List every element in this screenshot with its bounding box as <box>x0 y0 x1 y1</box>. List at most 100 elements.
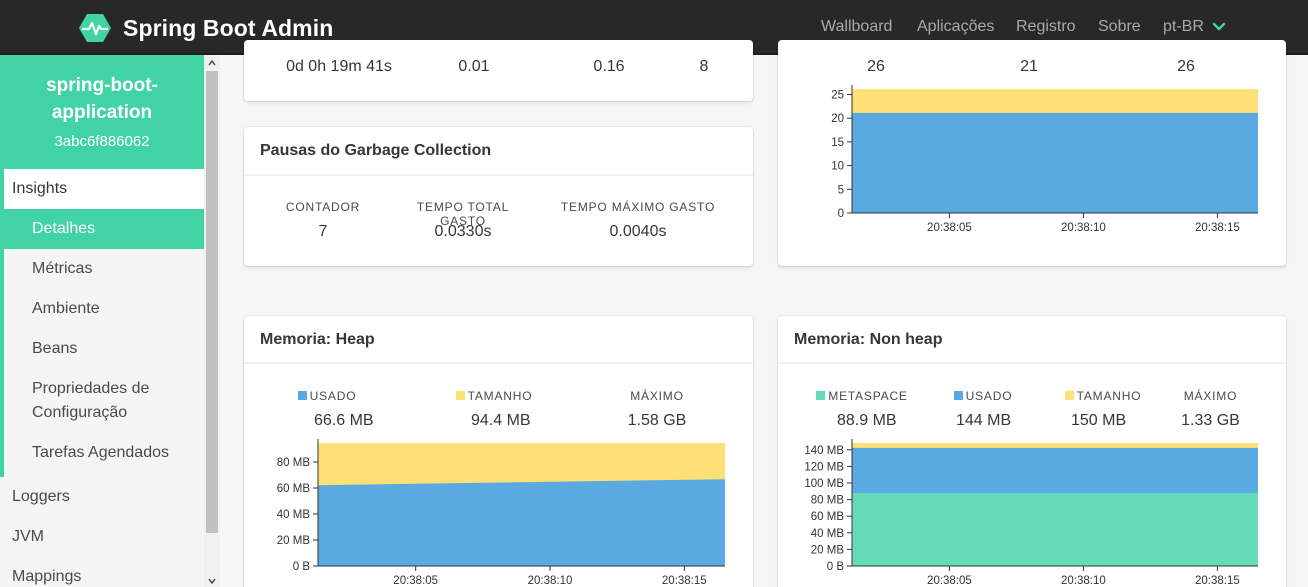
nonheap-metaspace-label: METASPACE <box>812 389 912 403</box>
sidebar-item-propriedades[interactable]: Propriedades de Configuração <box>4 377 204 429</box>
chevron-down-icon <box>1212 22 1226 31</box>
nonheap-size-label: TAMANHO <box>1053 389 1153 403</box>
heap-max-label: MÁXIMO <box>630 389 684 403</box>
y-tick-label: 60 MB <box>277 483 311 495</box>
nonheap-used-value: 144 MB <box>956 412 1012 429</box>
x-tick-label: 20:38:10 <box>528 575 573 587</box>
heartbeat-icon <box>79 14 111 42</box>
y-tick-label: 0 B <box>293 561 311 573</box>
nonheap-card-title: Memoria: Non heap <box>794 331 943 348</box>
nonheap-used-label: USADO <box>938 389 1028 403</box>
gc-count-label: CONTADOR <box>285 200 361 214</box>
language-selector[interactable]: pt-BR <box>1163 18 1226 36</box>
x-tick-label: 20:38:15 <box>1195 222 1240 234</box>
gc-max-time-label: TEMPO MÁXIMO GASTO <box>560 200 716 214</box>
threads-chart: 0 5 10 15 20 25 20:38:05 20:38:10 20:38:15 <box>831 85 1258 234</box>
nav-aplicacoes[interactable]: Aplicações <box>917 18 994 36</box>
card-divider <box>244 362 753 364</box>
x-tick-label: 20:38:15 <box>1195 575 1240 587</box>
y-tick-label: 5 <box>838 184 844 196</box>
heap-memory-card: Memoria: Heap USADO TAMANHO MÁXIMO 66.6 … <box>244 316 753 587</box>
card-divider <box>244 174 753 176</box>
y-tick-label: 20 MB <box>811 544 845 556</box>
nav-wallboard[interactable]: Wallboard <box>821 18 892 36</box>
y-tick-label: 20 MB <box>277 535 311 547</box>
heap-max-value: 1.58 GB <box>627 412 687 429</box>
threads-peak-value: 26 <box>1177 58 1195 75</box>
series-area-1 <box>852 112 1258 213</box>
sidebar: spring-boot- application 3abc6f886062 In… <box>0 55 204 587</box>
sidebar-item-insights[interactable]: Insights <box>4 169 204 209</box>
gc-max-time-value: 0.0040s <box>609 223 667 240</box>
scrollbar-thumb[interactable] <box>206 71 218 533</box>
y-tick-label: 60 MB <box>811 511 845 523</box>
threads-daemon-value: 21 <box>1020 58 1038 75</box>
x-tick-label: 20:38:10 <box>1061 575 1106 587</box>
application-header: spring-boot- application 3abc6f886062 <box>0 55 204 169</box>
uptime-value: 0d 0h 19m 41s <box>286 58 392 75</box>
y-tick-label: 20 <box>831 113 844 125</box>
series-area-metaspace <box>852 493 1258 566</box>
x-tick-label: 20:38:05 <box>393 575 438 587</box>
card-divider <box>778 362 1286 364</box>
application-id: 3abc6f886062 <box>54 133 150 150</box>
y-tick-label: 40 MB <box>277 509 311 521</box>
sidebar-item-metricas[interactable]: Métricas <box>4 249 204 289</box>
scroll-down-icon[interactable] <box>208 577 216 585</box>
y-tick-label: 0 B <box>827 561 845 573</box>
cpus-value: 8 <box>699 58 709 75</box>
application-name: spring-boot- application <box>46 75 158 123</box>
heap-used-value: 66.6 MB <box>314 412 374 429</box>
scroll-up-icon[interactable] <box>208 59 216 67</box>
process-card: 0d 0h 19m 41s 0.01 0.16 8 <box>244 40 753 101</box>
y-tick-label: 80 MB <box>277 457 311 469</box>
y-tick-label: 0 <box>838 208 844 220</box>
x-tick-label: 20:38:05 <box>927 222 972 234</box>
x-tick-label: 20:38:05 <box>927 575 972 587</box>
language-label: pt-BR <box>1163 18 1204 35</box>
sidebar-item-detalhes[interactable]: Detalhes <box>4 209 204 249</box>
y-tick-label: 40 MB <box>811 528 845 540</box>
brand-title: Spring Boot Admin <box>123 14 334 41</box>
nonheap-max-label: MÁXIMO <box>1183 389 1238 403</box>
y-tick-label: 120 MB <box>804 461 844 473</box>
heap-used-label: USADO <box>277 389 377 403</box>
gc-total-time-value: 0.0330s <box>434 223 492 240</box>
process-cpu-value: 0.01 <box>458 58 490 75</box>
sidebar-item-tarefas[interactable]: Tarefas Agendados <box>4 433 204 473</box>
heap-chart: 0 B 20 MB 40 MB 60 MB 80 MB 20:38:05 20:38:10 2… <box>277 439 725 587</box>
gc-card-title: Pausas do Garbage Collection <box>260 142 492 159</box>
size-color-swatch <box>1064 391 1074 400</box>
size-color-swatch <box>455 391 465 400</box>
gc-count-value: 7 <box>318 223 328 240</box>
series-area-usado <box>318 479 725 566</box>
nonheap-memory-card: Memoria: Non heap METASPACE USADO TAMANH… <box>778 316 1286 587</box>
sidebar-item-mappings[interactable]: Mappings <box>0 557 204 587</box>
nonheap-metaspace-value: 88.9 MB <box>837 412 897 429</box>
nonheap-chart: 0 B 20 MB 40 MB 60 MB 80 MB 100 MB 120 MB 140 M… <box>804 439 1258 587</box>
y-tick-label: 140 MB <box>804 445 844 457</box>
y-tick-label: 100 MB <box>804 478 844 490</box>
gc-pauses-card: Pausas do Garbage Collection CONTADOR TE… <box>244 127 753 266</box>
y-tick-label: 15 <box>831 137 844 149</box>
nonheap-size-value: 150 MB <box>1071 412 1127 429</box>
system-cpu-value: 0.16 <box>593 58 625 75</box>
sidebar-scrollbar[interactable] <box>204 55 220 587</box>
threads-live-value: 26 <box>867 58 885 75</box>
y-tick-label: 80 MB <box>811 495 845 507</box>
sidebar-item-ambiente[interactable]: Ambiente <box>4 289 204 329</box>
x-tick-label: 20:38:15 <box>662 575 707 587</box>
heap-size-value: 94.4 MB <box>471 412 531 429</box>
nonheap-max-value: 1.33 GB <box>1181 412 1240 429</box>
sidebar-item-jvm[interactable]: JVM <box>0 517 204 557</box>
nav-registro[interactable]: Registro <box>1016 18 1076 36</box>
x-tick-label: 20:38:10 <box>1061 222 1106 234</box>
nav-sobre[interactable]: Sobre <box>1098 18 1141 36</box>
y-tick-label: 10 <box>831 161 844 173</box>
sidebar-item-beans[interactable]: Beans <box>4 329 204 369</box>
used-color-swatch <box>953 391 963 400</box>
heap-card-title: Memoria: Heap <box>260 331 375 348</box>
heap-size-label: TAMANHO <box>444 389 544 403</box>
sidebar-item-loggers[interactable]: Loggers <box>0 477 204 517</box>
used-color-swatch <box>297 391 307 400</box>
